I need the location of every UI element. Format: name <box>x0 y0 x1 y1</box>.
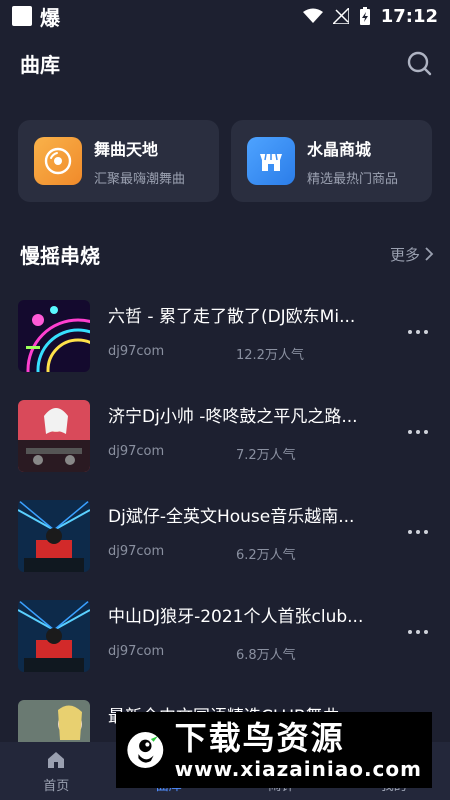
list-item[interactable]: 济宁Dj小帅 -咚咚鼓之平凡之路... dj97com 7.2万人气 <box>18 400 432 500</box>
search-icon[interactable] <box>406 50 432 76</box>
shop-store-icon <box>247 137 295 185</box>
song-popularity: 6.2万人气 <box>236 548 296 563</box>
song-popularity: 7.2万人气 <box>236 448 296 463</box>
status-time: 17:12 <box>380 5 438 27</box>
no-signal-icon <box>332 8 349 24</box>
song-title: 中山DJ狼牙-2021个人首张club... <box>108 607 364 627</box>
more-options-icon[interactable] <box>408 530 428 534</box>
song-title: 六哲 - 累了走了散了(DJ欧东Mi... <box>108 307 356 327</box>
list-item[interactable]: 中山DJ狼牙-2021个人首张club... dj97com 6.8万人气 <box>18 600 432 700</box>
card-title: 舞曲天地 <box>94 139 159 159</box>
song-source: dj97com <box>108 344 165 359</box>
list-item[interactable]: 六哲 - 累了走了散了(DJ欧东Mi... dj97com 12.2万人气 <box>18 300 432 400</box>
song-cover-image <box>18 400 90 472</box>
card-title: 水晶商城 <box>307 139 372 159</box>
card-crystal-shop[interactable]: 水晶商城 精选最热门商品 <box>231 120 432 202</box>
list-item[interactable]: Dj斌仔-全英文House音乐越南... dj97com 6.2万人气 <box>18 500 432 600</box>
section-header: 慢摇串烧 更多 <box>20 236 434 272</box>
song-popularity: 6.8万人气 <box>236 648 296 663</box>
vinyl-disc-icon <box>34 137 82 185</box>
watermark-url: www.xiazainiao.com <box>174 757 422 781</box>
song-list: 六哲 - 累了走了散了(DJ欧东Mi... dj97com 12.2万人气 济宁… <box>18 300 432 760</box>
page-title: 曲库 <box>20 52 60 77</box>
more-options-icon[interactable] <box>408 430 428 434</box>
more-options-icon[interactable] <box>408 330 428 334</box>
notification-square-icon <box>12 6 32 26</box>
chevron-right-icon <box>425 247 434 261</box>
song-source: dj97com <box>108 544 165 559</box>
page-header: 曲库 <box>20 40 432 86</box>
song-cover-image <box>18 300 90 372</box>
nav-label: 首页 <box>43 778 70 794</box>
more-options-icon[interactable] <box>408 630 428 634</box>
status-bar: 爆 17:12 <box>0 0 450 32</box>
home-icon <box>48 751 65 768</box>
song-title: Dj斌仔-全英文House音乐越南... <box>108 507 355 527</box>
song-source: dj97com <box>108 444 165 459</box>
nav-home[interactable]: 首页 <box>16 749 96 794</box>
status-app-char: 爆 <box>40 5 60 30</box>
battery-charging-icon <box>359 7 370 25</box>
more-link[interactable]: 更多 <box>390 244 434 265</box>
song-cover-image <box>18 500 90 572</box>
watermark-banner: 下载鸟资源 www.xiazainiao.com <box>116 712 432 788</box>
song-popularity: 12.2万人气 <box>236 348 304 363</box>
card-subtitle: 精选最热门商品 <box>307 171 399 187</box>
watermark-title: 下载鸟资源 <box>174 719 345 757</box>
feature-cards: 舞曲天地 汇聚最嗨潮舞曲 水晶商城 精选最热门商品 <box>18 120 432 202</box>
song-title: 济宁Dj小帅 -咚咚鼓之平凡之路... <box>108 407 358 427</box>
more-label: 更多 <box>389 245 420 264</box>
card-dance-music[interactable]: 舞曲天地 汇聚最嗨潮舞曲 <box>18 120 219 202</box>
song-source: dj97com <box>108 644 165 659</box>
card-subtitle: 汇聚最嗨潮舞曲 <box>94 171 186 187</box>
section-title: 慢摇串烧 <box>20 243 100 268</box>
song-cover-image <box>18 600 90 672</box>
bird-logo-icon <box>127 732 164 768</box>
wifi-icon <box>302 8 323 23</box>
